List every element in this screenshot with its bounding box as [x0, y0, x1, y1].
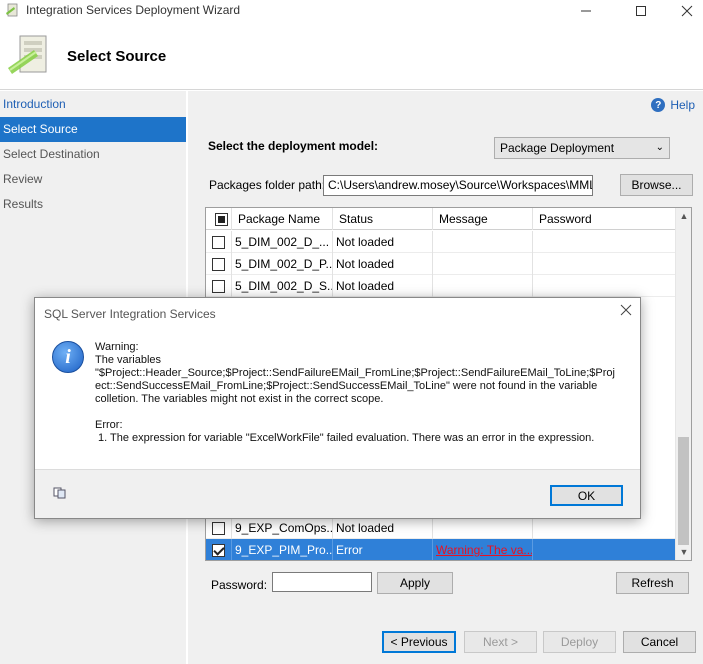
grid-vertical-scrollbar[interactable]: ▲ ▼ — [675, 208, 691, 560]
packages-path-input[interactable]: C:\Users\andrew.mosey\Source\Workspaces\… — [323, 175, 593, 196]
warning-line: The variables — [95, 354, 162, 366]
close-window-button[interactable] — [664, 0, 703, 22]
next-button[interactable]: Next > — [464, 631, 537, 653]
previous-button[interactable]: < Previous — [382, 631, 456, 653]
package-name-cell: 5_DIM_002_D_P... — [232, 253, 333, 275]
help-icon: ? — [651, 98, 666, 112]
warning-line: ect::SendSuccessEMail_FromLine;$Project:… — [95, 380, 598, 392]
column-header-message[interactable]: Message — [433, 208, 533, 230]
grid-header: Package Name Status Message Password — [206, 208, 676, 230]
warning-heading: Warning: — [95, 341, 139, 353]
row-checkbox[interactable] — [212, 257, 225, 271]
warning-line: "$Project::Header_Source;$Project::SendF… — [95, 367, 615, 379]
status-cell: Not loaded — [333, 275, 433, 297]
table-row[interactable]: 5_DIM_002_D_P... Not loaded — [206, 253, 676, 275]
password-cell[interactable] — [533, 539, 676, 560]
copy-message-icon[interactable] — [53, 487, 67, 499]
wizard-header: Select Source — [0, 22, 703, 90]
minimize-icon — [581, 10, 591, 12]
package-name-cell: 5_DIM_002_D_... — [232, 231, 333, 253]
deployment-wizard-logo-icon — [8, 35, 47, 74]
password-cell[interactable] — [533, 253, 676, 275]
nav-item-results: Results — [3, 197, 44, 211]
message-cell — [433, 517, 533, 539]
password-label: Password: — [211, 578, 268, 592]
select-all-checkbox[interactable] — [215, 212, 228, 226]
password-input[interactable] — [272, 572, 372, 592]
window-title: Integration Services Deployment Wizard — [26, 3, 241, 17]
message-cell — [433, 253, 533, 275]
ssis-message-dialog: SQL Server Integration Services i Warnin… — [34, 297, 641, 519]
scroll-down-icon[interactable]: ▼ — [676, 544, 691, 560]
status-cell: Not loaded — [333, 517, 433, 539]
error-line: 1. The expression for variable "ExcelWor… — [98, 432, 595, 444]
table-row[interactable]: 5_DIM_002_D_S... Not loaded — [206, 275, 676, 297]
help-link[interactable]: ? Help — [651, 98, 695, 112]
package-name-cell: 9_EXP_PIM_Pro... — [232, 539, 333, 560]
dialog-title-bar: SQL Server Integration Services — [35, 298, 640, 328]
minimize-button[interactable] — [563, 0, 609, 22]
column-header-password[interactable]: Password — [533, 208, 676, 230]
dialog-close-button[interactable] — [620, 303, 632, 321]
packages-path-label: Packages folder path: — [209, 178, 326, 192]
information-icon: i — [52, 341, 84, 373]
scroll-up-icon[interactable]: ▲ — [676, 208, 691, 224]
package-name-cell: 9_EXP_ComOps... — [232, 517, 333, 539]
dialog-title: SQL Server Integration Services — [44, 307, 216, 321]
package-name-cell: 5_DIM_002_D_S... — [232, 275, 333, 297]
select-all-checkbox-cell[interactable] — [206, 208, 232, 230]
password-cell[interactable] — [533, 517, 676, 539]
message-cell — [433, 275, 533, 297]
password-cell[interactable] — [533, 231, 676, 253]
error-heading: Error: — [95, 419, 123, 431]
row-checkbox[interactable] — [212, 543, 225, 557]
status-cell: Not loaded — [333, 231, 433, 253]
nav-item-introduction[interactable]: Introduction — [0, 92, 186, 117]
cancel-button[interactable]: Cancel — [623, 631, 696, 653]
deploy-button[interactable]: Deploy — [543, 631, 616, 653]
warning-line: colletion. The variables might not exist… — [95, 393, 384, 405]
scrollbar-thumb[interactable] — [678, 437, 689, 545]
message-cell: Warning: The va... — [433, 539, 533, 560]
refresh-button[interactable]: Refresh — [616, 572, 689, 594]
close-icon — [681, 5, 693, 17]
nav-item-select-destination: Select Destination — [3, 147, 100, 161]
deployment-model-label: Select the deployment model: — [208, 139, 379, 153]
ok-button[interactable]: OK — [550, 485, 623, 506]
column-header-status[interactable]: Status — [333, 208, 433, 230]
page-title: Select Source — [67, 48, 167, 65]
title-bar: Integration Services Deployment Wizard — [0, 0, 703, 22]
wizard-app-icon — [6, 3, 18, 17]
help-label: Help — [670, 98, 695, 112]
row-checkbox[interactable] — [212, 279, 225, 293]
table-row[interactable]: 5_DIM_002_D_... Not loaded — [206, 231, 676, 253]
status-cell: Error — [333, 539, 433, 560]
nav-item-review: Review — [3, 172, 43, 186]
chevron-down-icon: ⌄ — [655, 142, 664, 153]
column-header-package-name[interactable]: Package Name — [232, 208, 333, 230]
row-checkbox[interactable] — [212, 521, 225, 535]
message-cell — [433, 231, 533, 253]
maximize-button[interactable] — [618, 0, 664, 22]
status-cell: Not loaded — [333, 253, 433, 275]
row-checkbox[interactable] — [212, 235, 225, 249]
table-row[interactable]: 9_EXP_PIM_Pro... Error Warning: The va..… — [206, 539, 676, 560]
deployment-model-select[interactable]: Package Deployment ⌄ — [494, 137, 670, 159]
password-cell[interactable] — [533, 275, 676, 297]
table-row[interactable]: 9_EXP_ComOps... Not loaded — [206, 517, 676, 539]
apply-button[interactable]: Apply — [377, 572, 453, 594]
warning-message-link[interactable]: Warning: The va... — [436, 543, 532, 557]
nav-item-select-source[interactable]: Select Source — [0, 117, 186, 142]
browse-button[interactable]: Browse... — [620, 174, 693, 196]
maximize-icon — [636, 6, 646, 16]
dialog-message: Warning: The variables "$Project::Header… — [95, 341, 630, 445]
deployment-model-value: Package Deployment — [500, 141, 615, 155]
close-icon — [620, 304, 632, 316]
dialog-body: i Warning: The variables "$Project::Head… — [35, 328, 640, 470]
